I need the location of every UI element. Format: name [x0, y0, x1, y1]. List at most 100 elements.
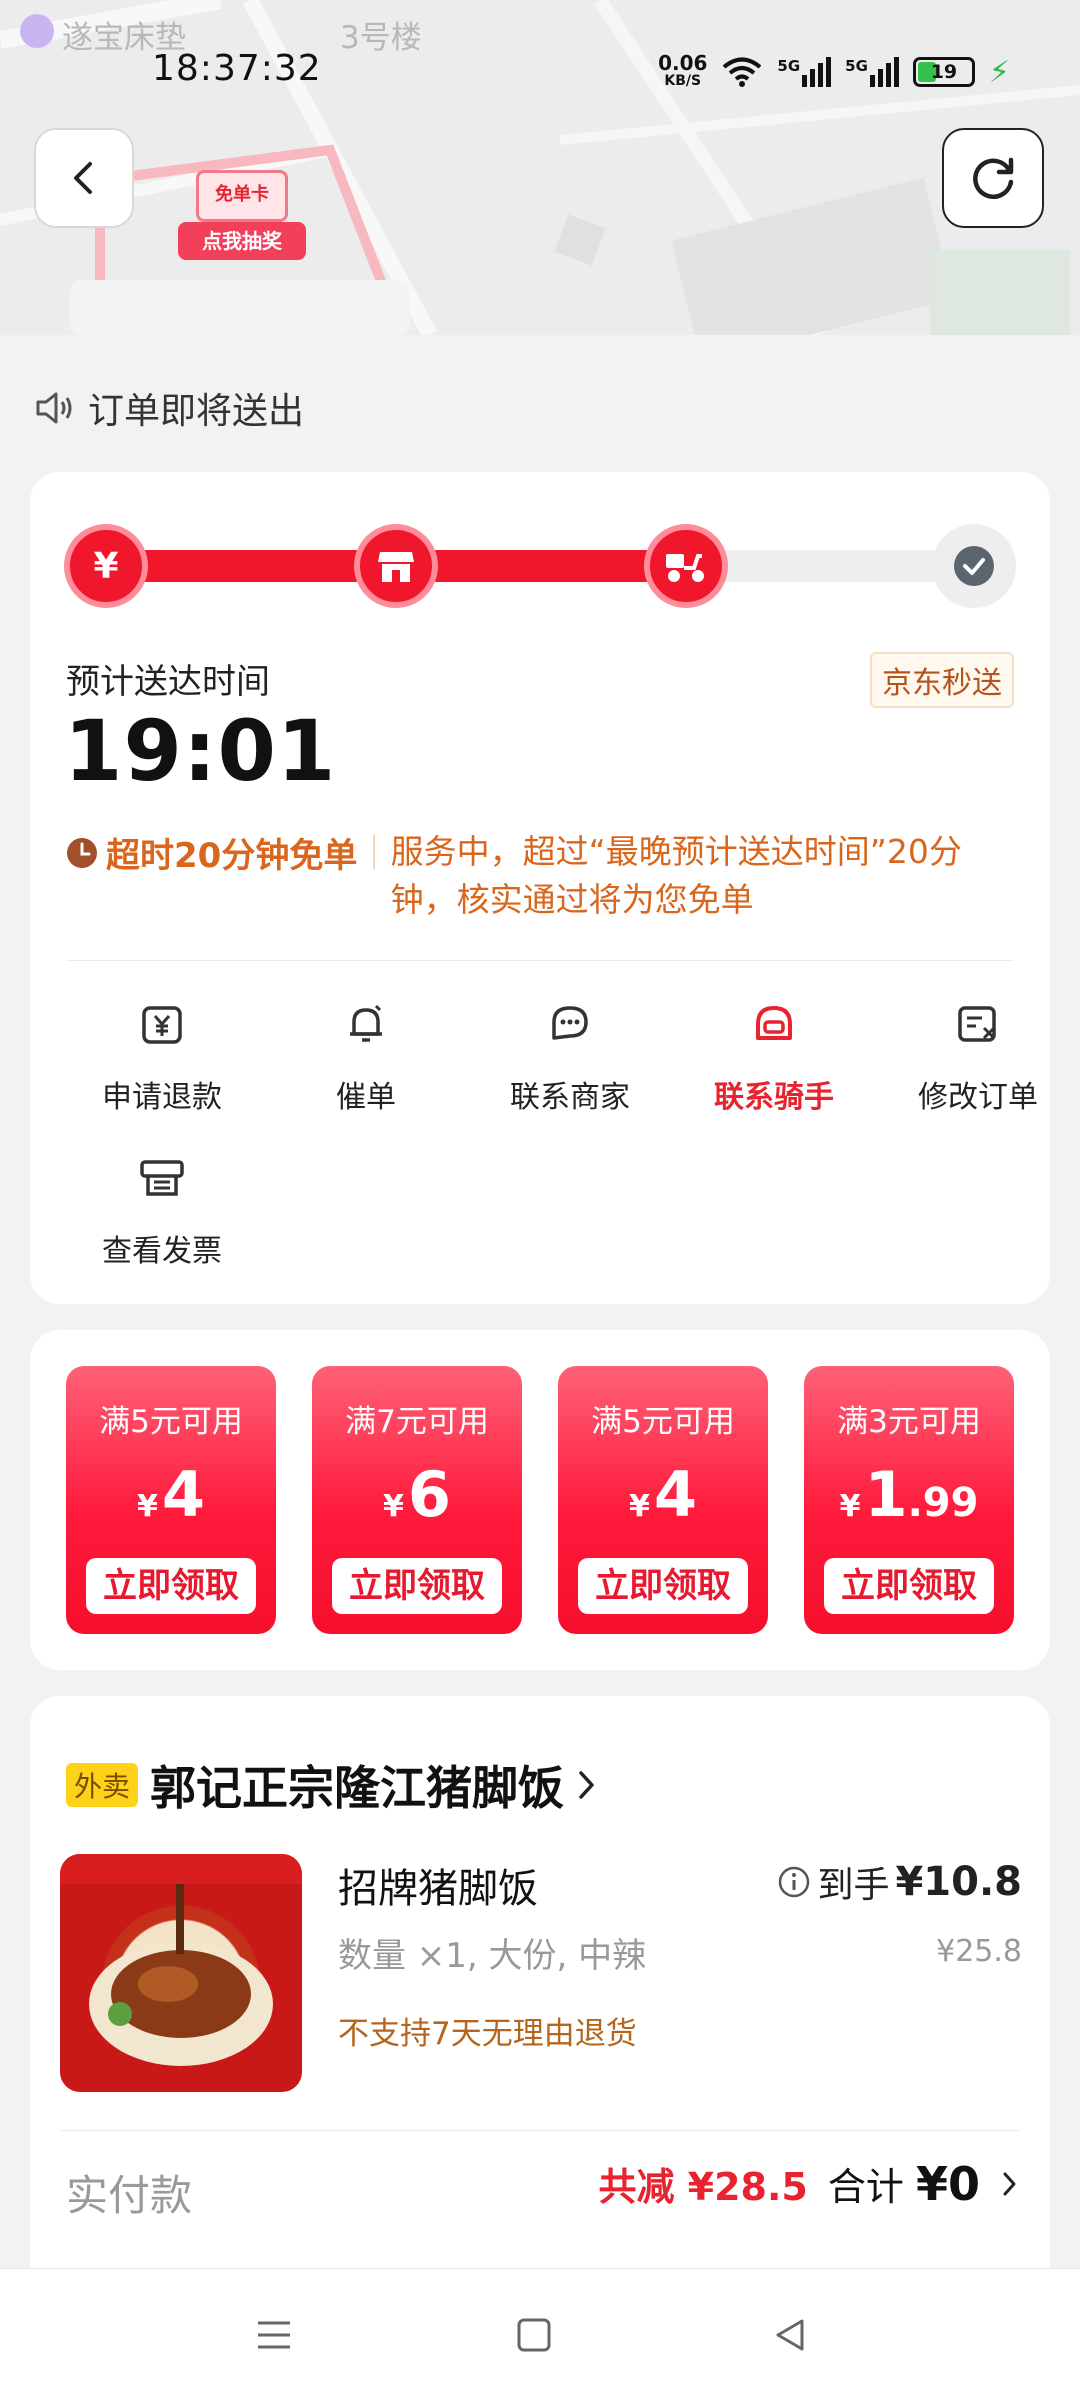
delivery-status-card: ¥ 预计送达时间 京东秒送 19:01 超时20分钟免单 服务中，超过“最晚预计…: [30, 472, 1050, 1304]
lock-app-icon: [20, 14, 54, 48]
claim-coupon-button[interactable]: 立即领取: [578, 1558, 748, 1614]
step-paid: ¥: [64, 524, 148, 608]
coupon-amount: ¥1.99: [839, 1458, 979, 1531]
urge-order-button[interactable]: 催单: [286, 994, 446, 1116]
rider-helmet-icon: [756, 1006, 792, 1040]
coupons-card: 满5元可用 ¥4 立即领取 满7元可用 ¥6 立即领取 满5元可用 ¥4 立即领…: [30, 1330, 1050, 1670]
step-store: [354, 524, 438, 608]
order-divider: [60, 2130, 1020, 2131]
edit-order-icon: [958, 1006, 996, 1042]
home-button[interactable]: [504, 2305, 564, 2365]
wifi-icon: [723, 57, 762, 87]
action-label: 联系商家: [510, 1080, 630, 1115]
refund-icon: [142, 1006, 182, 1044]
coupon-item[interactable]: 满7元可用 ¥6 立即领取: [312, 1366, 522, 1634]
invoice-icon: [140, 1160, 184, 1196]
paid-label: 实付款: [66, 2171, 193, 2220]
order-total: 合计 ¥0: [828, 2156, 980, 2211]
back-triangle-icon: [776, 2319, 804, 2351]
total-value: ¥0: [915, 2157, 980, 2211]
badge-card-bottom: 点我抽奖: [178, 222, 306, 260]
payment-summary[interactable]: 共减 ¥28.5 合计 ¥0: [598, 2156, 1020, 2211]
status-time: 18:37:32: [152, 48, 322, 89]
store-icon: [378, 552, 414, 582]
menu-button[interactable]: [244, 2305, 304, 2365]
charging-icon: ⚡: [988, 54, 1010, 90]
chevron-right-icon: [1003, 2172, 1016, 2195]
chevron-left-icon: [74, 162, 92, 194]
coupon-condition: 满5元可用: [99, 1404, 243, 1440]
product-spec: 数量 ×1, 大份, 中辣: [338, 1936, 647, 1976]
product-final-price: 到手 ¥10.8: [777, 1856, 1022, 1908]
guarantee-title: 超时20分钟免单: [106, 836, 358, 876]
status-bar: 18:37:32 0.06 KB/S 5G 5G 19 ⚡: [0, 0, 1080, 140]
action-label: 联系骑手: [714, 1080, 834, 1115]
yen-icon: ¥: [93, 545, 119, 587]
announcement-text: 订单即将送出: [88, 391, 305, 432]
action-label: 修改订单: [918, 1080, 1038, 1115]
action-label: 查看发票: [102, 1234, 222, 1269]
info-icon[interactable]: [777, 1865, 811, 1899]
sim1-network-type: 5G: [777, 57, 801, 75]
coupon-item[interactable]: 满5元可用 ¥4 立即领取: [66, 1366, 276, 1634]
claim-coupon-button[interactable]: 立即领取: [86, 1558, 256, 1614]
chevron-right-icon: [579, 1771, 594, 1799]
network-speed: 0.06 KB/S: [658, 53, 707, 90]
menu-icon: [258, 2321, 290, 2349]
total-discount: 共减 ¥28.5: [598, 2165, 808, 2209]
coupon-condition: 满3元可用: [837, 1404, 981, 1440]
guarantee-text: 服务中，超过“最晚预计送达时间”20分钟，核实通过将为您免单: [390, 832, 962, 919]
clock-icon: [67, 837, 97, 868]
product-original-price: ¥25.8: [936, 1934, 1022, 1969]
signal-bars-icon: [869, 57, 899, 87]
shop-link[interactable]: 外卖 郭记正宗隆江猪脚饭: [66, 1752, 598, 1818]
return-policy-note: 不支持7天无理由退货: [338, 2016, 637, 2052]
signal-bars-icon: [802, 57, 832, 87]
system-nav-bar: [0, 2268, 1080, 2400]
network-speed-unit: KB/S: [664, 73, 702, 89]
eta-label: 预计送达时间: [66, 662, 270, 702]
refund-button[interactable]: 申请退款: [82, 994, 242, 1116]
badge-card-top: 免单卡: [196, 170, 288, 222]
timeout-guarantee[interactable]: 超时20分钟免单 服务中，超过“最晚预计送达时间”20分钟，核实通过将为您免单: [66, 828, 1016, 924]
delivery-progress: ¥: [64, 524, 1016, 608]
signal-sim2: 5G: [845, 57, 899, 87]
bell-icon: [350, 1004, 382, 1042]
guarantee-separator: [373, 834, 375, 870]
battery-level: 19: [930, 61, 958, 83]
order-announcement: 订单即将送出: [34, 382, 304, 434]
view-invoice-button[interactable]: 查看发票: [82, 1148, 242, 1270]
card-divider: [66, 960, 1014, 961]
claim-coupon-button[interactable]: 立即领取: [824, 1558, 994, 1614]
back-nav-button[interactable]: [760, 2305, 820, 2365]
battery-icon: 19: [912, 57, 975, 87]
check-icon: [954, 546, 994, 586]
refresh-icon: [973, 157, 1014, 200]
back-button[interactable]: [34, 128, 134, 228]
scooter-icon: [666, 554, 704, 582]
coupon-amount: ¥4: [628, 1458, 697, 1531]
product-image[interactable]: [60, 1854, 302, 2092]
total-label: 合计: [827, 2165, 904, 2209]
order-detail-card: 外卖 郭记正宗隆江猪脚饭 招牌猪脚饭 到手 ¥10.8 数量 ×1, 大份, 中…: [30, 1696, 1050, 2296]
contact-rider-button[interactable]: 联系骑手: [694, 994, 854, 1116]
claim-coupon-button[interactable]: 立即领取: [332, 1558, 502, 1614]
signal-sim1: 5G: [777, 57, 832, 87]
refresh-button[interactable]: [942, 128, 1044, 228]
speaker-icon: [36, 392, 72, 424]
sim2-network-type: 5G: [845, 57, 868, 75]
price-now-value: ¥10.8: [895, 1859, 1022, 1905]
merchant-chat-icon: [552, 1006, 588, 1040]
coupon-item[interactable]: 满5元可用 ¥4 立即领取: [558, 1366, 768, 1634]
contact-merchant-button[interactable]: 联系商家: [490, 994, 650, 1116]
coupon-condition: 满7元可用: [345, 1404, 489, 1440]
modify-order-button[interactable]: 修改订单: [898, 994, 1058, 1116]
coupon-item[interactable]: 满3元可用 ¥1.99 立即领取: [804, 1366, 1014, 1634]
free-order-card-badge[interactable]: 免单卡 点我抽奖: [178, 170, 306, 262]
product-name: 招牌猪脚饭: [338, 1866, 538, 1912]
service-tag: 京东秒送: [870, 652, 1014, 708]
shop-type-tag: 外卖: [66, 1763, 139, 1807]
step-delivered: [932, 524, 1016, 608]
action-label: 申请退款: [102, 1080, 222, 1115]
shop-name: 郭记正宗隆江猪脚饭: [150, 1761, 565, 1815]
